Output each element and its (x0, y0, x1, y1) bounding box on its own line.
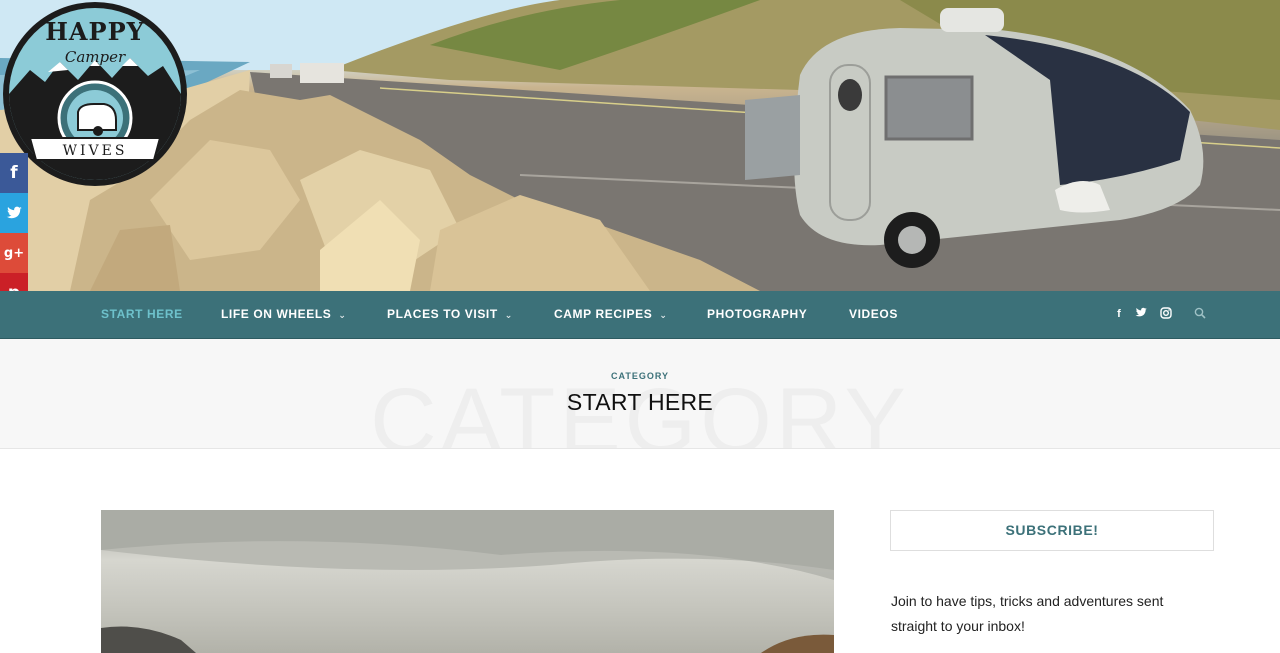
nav-camp-recipes[interactable]: CAMP RECIPES ⌄ (554, 291, 668, 339)
nav-twitter-icon[interactable] (1134, 307, 1148, 321)
featured-image-scene (101, 510, 834, 653)
nav-places-to-visit[interactable]: PLACES TO VISIT ⌄ (387, 291, 513, 339)
chevron-down-icon: ⌄ (504, 310, 513, 320)
logo-happy: HAPPY (45, 17, 145, 46)
google-plus-icon[interactable]: g+ (0, 233, 28, 273)
nav-label: VIDEOS (849, 307, 898, 321)
twitter-bird-icon (6, 206, 22, 219)
social-share-sidebar: f g+ p (0, 153, 28, 313)
hero-banner-image: HAPPY Camper WIVES (0, 0, 1280, 291)
main-navigation: START HERE LIFE ON WHEELS ⌄ PLACES TO VIS… (0, 291, 1280, 339)
nav-life-on-wheels[interactable]: LIFE ON WHEELS ⌄ (221, 291, 347, 339)
nav-videos[interactable]: VIDEOS (849, 291, 898, 339)
category-label: CATEGORY (610, 371, 669, 381)
logo-wives: WIVES (63, 143, 128, 159)
nav-photography[interactable]: PHOTOGRAPHY (707, 291, 807, 339)
nav-instagram-icon[interactable] (1159, 307, 1173, 321)
subscribe-description: Join to have tips, tricks and adventures… (891, 593, 1164, 634)
nav-start-here[interactable]: START HERE (101, 291, 183, 339)
search-glyph-icon (1194, 307, 1206, 319)
category-header: CATEGORY CATEGORY START HERE (0, 339, 1280, 449)
subscribe-widget-title: SUBSCRIBE! (890, 510, 1214, 551)
nav-label: START HERE (101, 307, 183, 321)
logo-camper: Camper (65, 48, 126, 66)
featured-post-image[interactable] (101, 510, 834, 653)
happy-camper-wives-logo[interactable]: HAPPY Camper WIVES (0, 0, 190, 188)
twitter-icon[interactable] (0, 193, 28, 233)
search-icon[interactable] (1193, 307, 1207, 321)
nav-label: PHOTOGRAPHY (707, 307, 808, 321)
nav-label: CAMP RECIPES (554, 307, 653, 321)
nav-label: PLACES TO VISIT (387, 307, 498, 321)
hero-scene (0, 0, 1280, 291)
chevron-down-icon: ⌄ (659, 310, 668, 320)
nav-label: LIFE ON WHEELS (221, 307, 332, 321)
page-title: START HERE (566, 389, 714, 415)
chevron-down-icon: ⌄ (338, 310, 347, 320)
nav-facebook-icon[interactable]: f (1112, 307, 1126, 321)
page: HAPPY Camper WIVES f g+ p START HERE LIF… (0, 0, 1280, 653)
twitter-bird-icon (1135, 307, 1147, 317)
facebook-icon[interactable]: f (0, 153, 28, 193)
instagram-glyph-icon (1160, 307, 1172, 319)
